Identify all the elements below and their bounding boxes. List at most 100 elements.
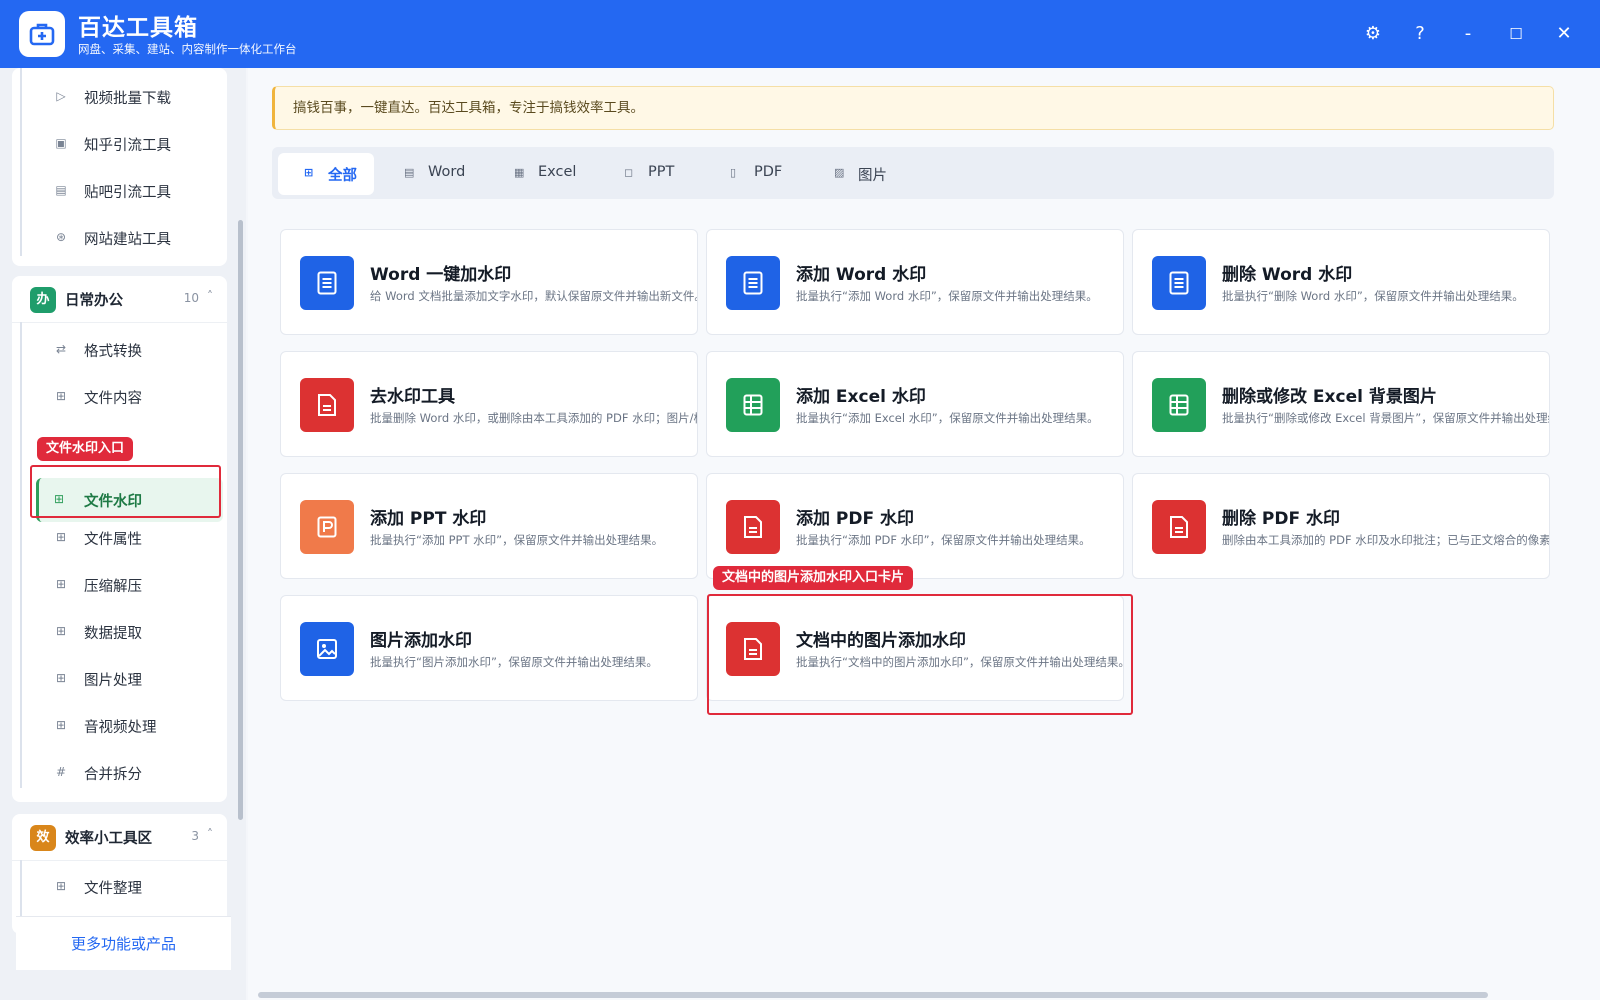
pdf-doc-icon (300, 378, 354, 432)
help-icon[interactable]: ? (1406, 20, 1434, 48)
word-doc-icon (300, 256, 354, 310)
grid-icon: ⊞ (55, 671, 67, 685)
app-title: 百达工具箱 (78, 15, 198, 41)
tab-pdf[interactable]: ▯ PDF (730, 153, 810, 195)
sidebar-scrollbar[interactable] (236, 68, 246, 1000)
sidebar-scroll-thumb[interactable] (238, 220, 243, 820)
tab-all[interactable]: ⊞ 全部 (278, 153, 374, 195)
video-icon: ▷ (56, 89, 66, 103)
horizontal-scroll-thumb[interactable] (258, 992, 1488, 998)
tool-card-description: 批量执行“图片添加水印”，保留原文件并输出处理结果。 (370, 655, 658, 669)
tool-card[interactable]: 添加 Word 水印 批量执行“添加 Word 水印”，保留原文件并输出处理结果。 (706, 229, 1124, 335)
group-title: 日常办公 (65, 293, 123, 309)
hash-icon: # (55, 765, 67, 779)
sidebar-item-format-convert[interactable]: ⇄ 格式转换 (36, 330, 226, 370)
grid-icon: ⊞ (55, 624, 67, 638)
doc-icon: ▤ (404, 166, 415, 179)
tool-card-title: 添加 Excel 水印 (796, 387, 926, 407)
settings-gear-icon[interactable]: ⚙ (1359, 20, 1387, 48)
more-features-link[interactable]: 更多功能或产品 (16, 916, 231, 970)
sidebar-item-file-content[interactable]: ⊞ 文件内容 (36, 377, 226, 417)
close-button[interactable]: ✕ (1550, 20, 1578, 48)
image-frame-icon (300, 622, 354, 676)
pdf-icon: ▯ (730, 166, 737, 179)
tab-word[interactable]: ▤ Word (404, 153, 494, 195)
app-subtitle: 网盘、采集、建站、内容制作一体化工作台 (78, 42, 297, 56)
tab-ppt[interactable]: ◻ PPT (624, 153, 704, 195)
tree-rail (20, 322, 22, 788)
pdf-doc-icon (1152, 500, 1206, 554)
sidebar-item-website[interactable]: ⊛ 网站建站工具 (36, 218, 226, 258)
sidebar-item-av-process[interactable]: ⊞ 音视频处理 (36, 706, 226, 746)
tool-card-description: 批量删除 Word 水印，或删除由本工具添加的 PDF 水印；图片/标 (370, 411, 698, 425)
group-header-office[interactable]: 办 日常办公 10 ˄ (12, 276, 227, 322)
tool-card[interactable]: 删除或修改 Excel 背景图片批量执行“删除或修改 Excel 背景图片”，保… (1132, 351, 1550, 457)
sidebar-item-merge-split[interactable]: # 合并拆分 (36, 753, 226, 793)
sidebar-item-file-props[interactable]: ⊞ 文件属性 (36, 518, 226, 558)
tool-card[interactable]: 添加 Excel 水印 批量执行“添加 Excel 水印”，保留原文件并输出处理结… (706, 351, 1124, 457)
divider (12, 860, 227, 861)
minimize-button[interactable]: - (1454, 20, 1482, 48)
sidebar-item-zhihu[interactable]: ▣ 知乎引流工具 (36, 124, 226, 164)
tool-card-title: Word 一键加水印 (370, 265, 512, 285)
tree-rail (20, 860, 22, 920)
sidebar-item-video-download[interactable]: ▷ 视频批量下载 (36, 77, 226, 117)
tool-card-title: 图片添加水印 (370, 631, 472, 651)
word-doc-icon (1152, 256, 1206, 310)
grid-icon: ⊞ (55, 718, 67, 732)
tool-card-title: 去水印工具 (370, 387, 455, 407)
tab-image[interactable]: ▨ 图片 (834, 153, 914, 195)
tool-card-title: 删除 PDF 水印 (1222, 509, 1341, 529)
tool-card[interactable]: Word 一键加水印给 Word 文档批量添加文字水印，默认保留原文件并输出新文… (280, 229, 698, 335)
maximize-button[interactable]: ☐ (1502, 20, 1530, 48)
main-content: 搞钱百事，一键直达。百达工具箱，专注于搞钱效率工具。 ⊞ 全部 ▤ Word ▦… (248, 68, 1600, 1000)
sidebar-item-data-extract[interactable]: ⊞ 数据提取 (36, 612, 226, 652)
annotation-outline-doc-image-watermark (707, 594, 1133, 715)
sidebar-item-tieba[interactable]: ▤ 贴吧引流工具 (36, 171, 226, 211)
pdf-doc-icon (726, 500, 780, 554)
annotation-outline-file-watermark (30, 465, 221, 518)
sidebar-item-image-process[interactable]: ⊞ 图片处理 (36, 659, 226, 699)
grid-icon: ⊞ (55, 879, 67, 893)
tab-excel[interactable]: ▦ Excel (514, 153, 604, 195)
tool-card-description: 批量执行“删除或修改 Excel 背景图片”，保留原文件并输出处理结果。 (1222, 411, 1550, 425)
tool-card-description: 删除由本工具添加的 PDF 水印及水印批注；已与正文熔合的像素水印 (1222, 533, 1550, 547)
tool-card[interactable]: 添加 PPT 水印 批量执行“添加 PPT 水印”，保留原文件并输出处理结果。 (280, 473, 698, 579)
group-header-efficiency[interactable]: 效 效率小工具区 3 ˄ (12, 814, 227, 860)
word-doc-icon (726, 256, 780, 310)
tree-rail (20, 68, 22, 256)
app-logo-icon (19, 11, 65, 57)
tool-card-title: 删除或修改 Excel 背景图片 (1222, 387, 1437, 407)
sidebar-item-compress[interactable]: ⊞ 压缩解压 (36, 565, 226, 605)
title-bar: 百达工具箱 网盘、采集、建站、内容制作一体化工作台 ⚙ ? - ☐ ✕ (0, 0, 1600, 68)
ppt-icon: ◻ (624, 166, 634, 179)
tool-card-description: 批量执行“添加 PDF 水印”，保留原文件并输出处理结果。 (796, 533, 1091, 547)
tool-card[interactable]: 删除 Word 水印 批量执行“删除 Word 水印”，保留原文件并输出处理结果。 (1132, 229, 1550, 335)
group-badge: 效 (30, 825, 56, 851)
grid-icon: ⊞ (55, 530, 67, 544)
sidebar-item-file-organize[interactable]: ⊞ 文件整理 (36, 867, 226, 907)
tool-card-title: 删除 Word 水印 (1222, 265, 1353, 285)
annotation-tag-file-watermark: 文件水印入口 (37, 437, 134, 461)
annotation-tag-doc-image-watermark: 文档中的图片添加水印入口卡片 (713, 566, 914, 590)
tieba-icon: ▤ (55, 183, 67, 197)
caret-up-icon: ˄ (207, 827, 213, 841)
tool-card[interactable]: 添加 PDF 水印批量执行“添加 PDF 水印”，保留原文件并输出处理结果。 (706, 473, 1124, 579)
tool-card-title: 添加 PPT 水印 (370, 509, 487, 529)
swap-icon: ⇄ (55, 342, 67, 356)
caret-up-icon: ˄ (207, 289, 213, 303)
group-badge: 办 (30, 287, 56, 313)
image-icon: ▨ (834, 166, 845, 179)
tool-card[interactable]: 去水印工具批量删除 Word 水印，或删除由本工具添加的 PDF 水印；图片/标 (280, 351, 698, 457)
grid-icon: ⊞ (55, 577, 67, 591)
grid-icon: ⊞ (304, 166, 314, 179)
tool-card[interactable]: 图片添加水印批量执行“图片添加水印”，保留原文件并输出处理结果。 (280, 595, 698, 701)
tool-card[interactable]: 删除 PDF 水印删除由本工具添加的 PDF 水印及水印批注；已与正文熔合的像素… (1132, 473, 1550, 579)
table-icon: ▦ (514, 166, 525, 179)
horizontal-scrollbar[interactable] (258, 992, 1578, 998)
group-count: 10 (183, 291, 199, 305)
tool-card-title: 添加 PDF 水印 (796, 509, 915, 529)
tool-card-title: 添加 Word 水印 (796, 265, 927, 285)
tool-card-description: 给 Word 文档批量添加文字水印，默认保留原文件并输出新文件。 (370, 289, 698, 303)
divider (12, 322, 227, 323)
